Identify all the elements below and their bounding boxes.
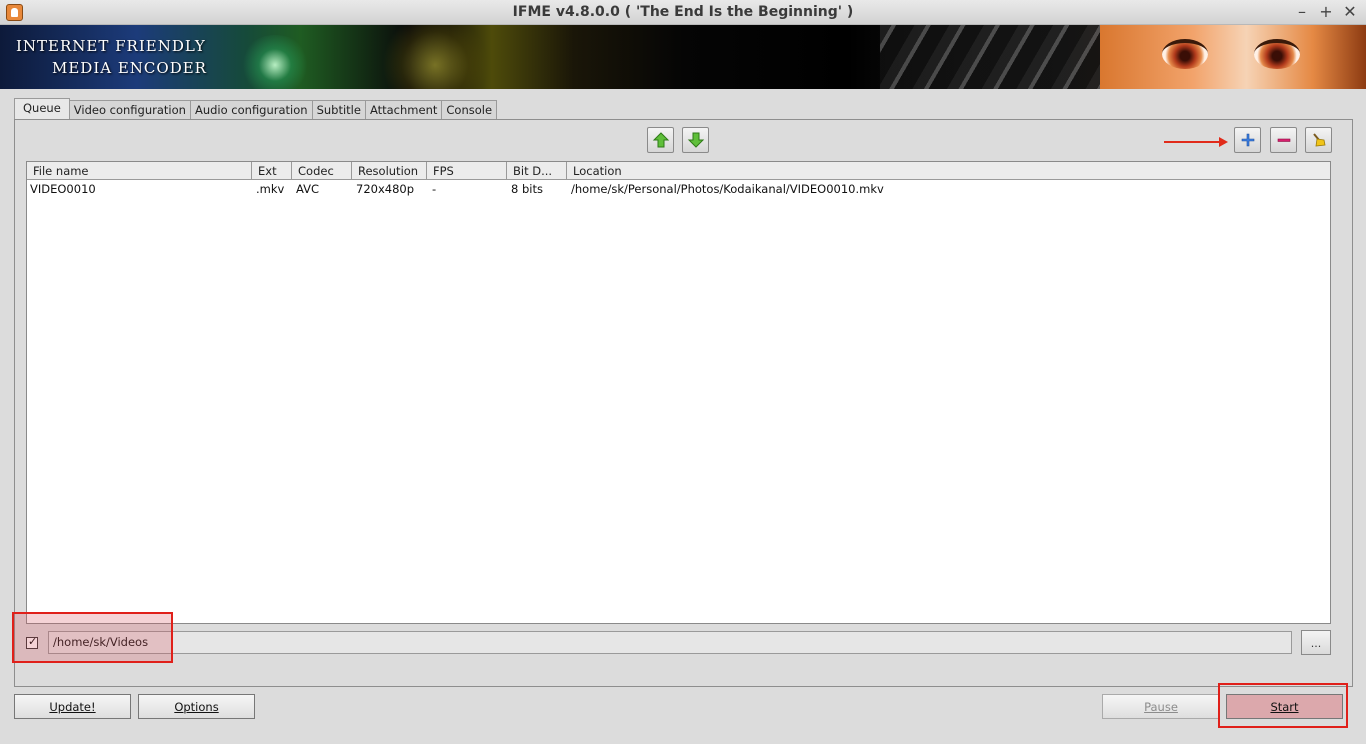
cell-bit-depth: 8 bits <box>511 182 543 196</box>
clear-queue-button[interactable] <box>1305 127 1332 153</box>
column-file-name[interactable]: File name <box>27 162 252 180</box>
add-file-icon <box>1241 133 1254 147</box>
close-button[interactable]: ✕ <box>1342 2 1358 22</box>
tab-attachment[interactable]: Attachment <box>364 100 443 120</box>
window-title: IFME v4.8.0.0 ( 'The End Is the Beginnin… <box>512 4 854 20</box>
queue-table[interactable]: File name Ext Codec Resolution FPS Bit D… <box>26 161 1331 624</box>
remove-file-icon <box>1277 138 1290 142</box>
maximize-button[interactable]: + <box>1318 2 1334 22</box>
output-folder-highlight <box>12 612 173 663</box>
pause-button[interactable]: Pause <box>1102 694 1220 719</box>
column-resolution[interactable]: Resolution <box>352 162 427 180</box>
clear-queue-icon <box>1312 133 1325 147</box>
move-up-button[interactable] <box>647 127 674 153</box>
banner-title-line1: INTERNET FRIENDLY <box>16 37 206 55</box>
cell-file-name: VIDEO0010 <box>30 182 96 196</box>
table-header: File name Ext Codec Resolution FPS Bit D… <box>27 162 1330 180</box>
anime-character-graphic <box>1100 25 1366 89</box>
column-ext[interactable]: Ext <box>252 162 292 180</box>
move-down-icon <box>687 132 704 148</box>
tab-audio-configuration[interactable]: Audio configuration <box>189 100 313 120</box>
remove-file-button[interactable] <box>1270 127 1297 153</box>
add-file-button[interactable] <box>1234 127 1261 153</box>
tab-subtitle[interactable]: Subtitle <box>311 100 366 120</box>
start-button-highlight <box>1218 683 1348 728</box>
annotation-arrow <box>1164 137 1228 147</box>
move-down-button[interactable] <box>682 127 709 153</box>
options-button[interactable]: Options <box>138 694 255 719</box>
tab-console[interactable]: Console <box>441 100 498 120</box>
tab-video-configuration[interactable]: Video configuration <box>68 100 191 120</box>
cell-location: /home/sk/Personal/Photos/Kodaikanal/VIDE… <box>571 182 884 196</box>
column-location[interactable]: Location <box>567 162 1330 180</box>
cell-fps: - <box>432 182 437 196</box>
tab-queue[interactable]: Queue <box>14 98 70 120</box>
output-folder-field[interactable]: /home/sk/Videos <box>48 631 1292 654</box>
column-fps[interactable]: FPS <box>427 162 507 180</box>
tab-bar: Queue Video configuration Audio configur… <box>14 98 498 120</box>
cell-resolution: 720x480p <box>356 182 415 196</box>
table-row[interactable]: VIDEO0010 .mkv AVC 720x480p - 8 bits /ho… <box>27 181 1330 198</box>
update-button[interactable]: Update! <box>14 694 131 719</box>
minimize-button[interactable]: – <box>1294 2 1310 22</box>
banner-title-line2: MEDIA ENCODER <box>52 59 207 77</box>
cell-codec: AVC <box>296 182 320 196</box>
cell-ext: .mkv <box>256 182 285 196</box>
title-bar: IFME v4.8.0.0 ( 'The End Is the Beginnin… <box>0 0 1366 25</box>
browse-folder-button[interactable]: ... <box>1301 630 1331 655</box>
column-codec[interactable]: Codec <box>292 162 352 180</box>
move-up-icon <box>652 132 669 148</box>
column-bit-depth[interactable]: Bit D... <box>507 162 567 180</box>
app-banner: INTERNET FRIENDLY MEDIA ENCODER <box>0 25 1366 89</box>
